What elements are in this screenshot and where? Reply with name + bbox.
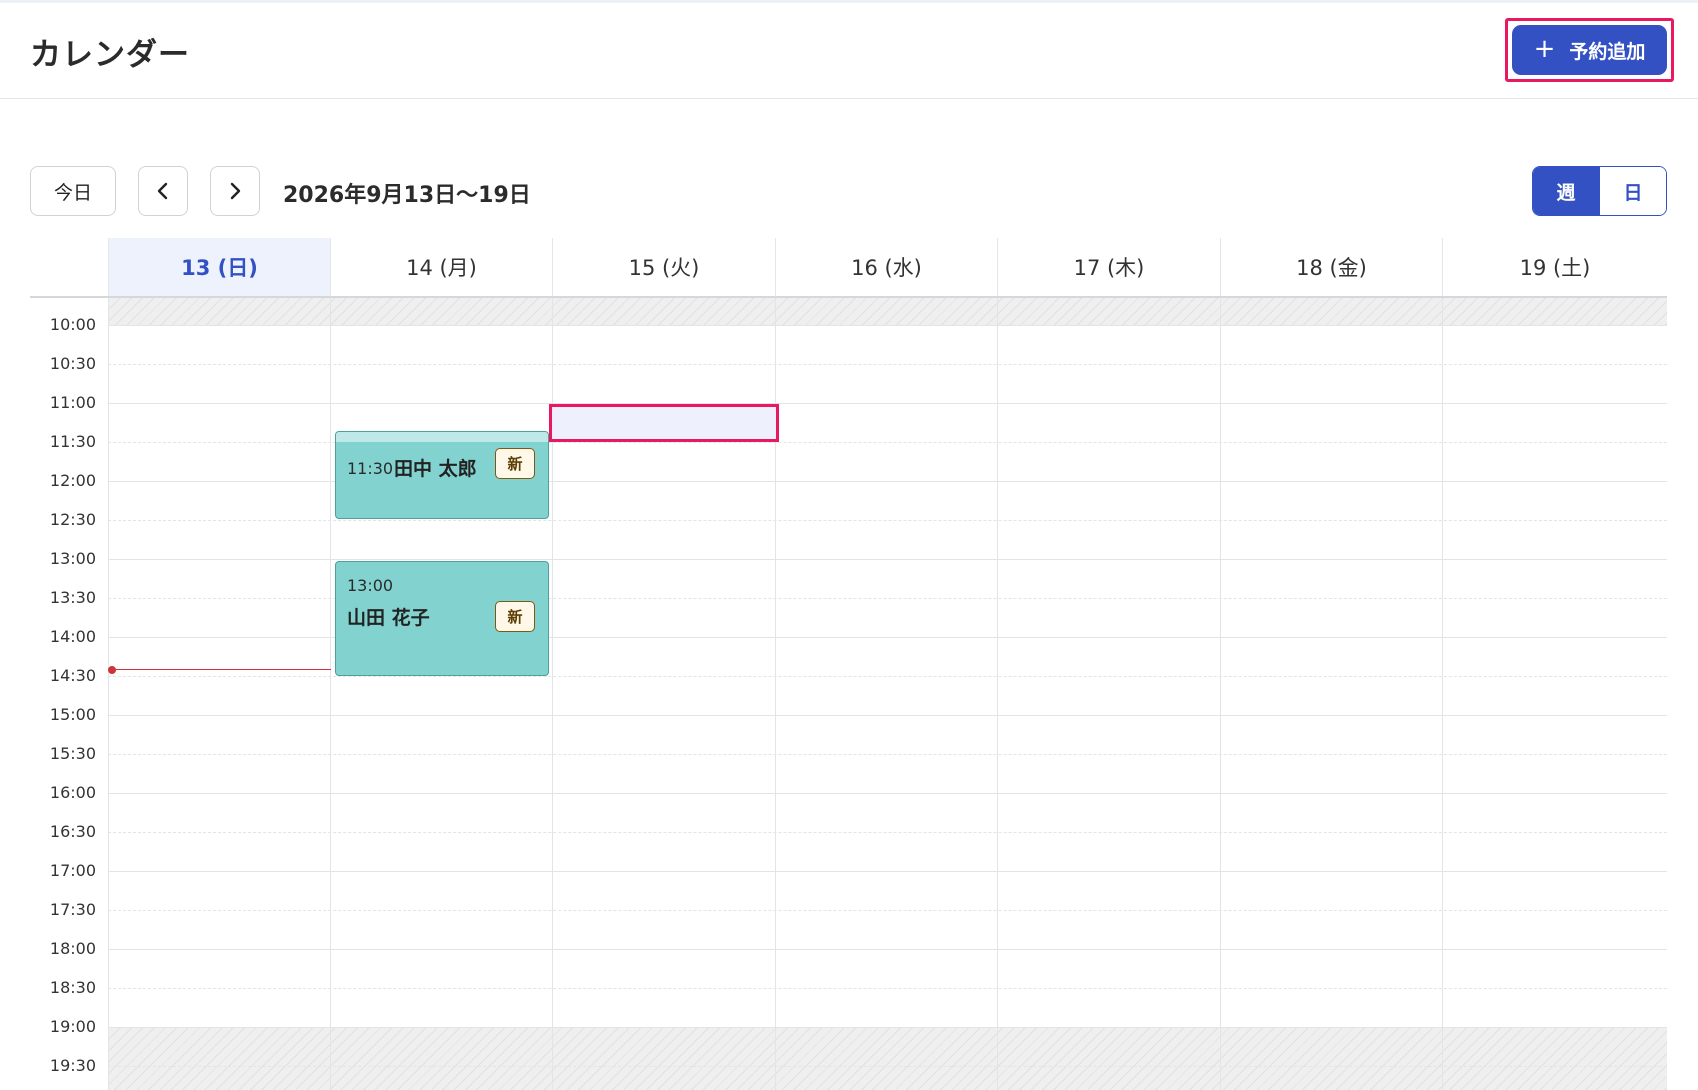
column-divider <box>330 298 331 1090</box>
grid-line <box>108 988 1667 989</box>
page-header: カレンダー + 予約追加 <box>0 3 1698 99</box>
new-customer-badge: 新 <box>495 448 535 479</box>
week-calendar: 13 (日) 14 (月) 15 (火) 16 (水) 17 (木) 18 (金… <box>30 238 1667 1090</box>
time-label: 14:30 <box>49 666 96 685</box>
new-customer-badge: 新 <box>495 601 535 632</box>
time-label: 15:30 <box>49 744 96 763</box>
event-customer-name: 山田 花子 <box>347 607 430 629</box>
grid-line <box>108 793 1667 794</box>
time-label: 13:00 <box>49 549 96 568</box>
date-range-label: 2026年9月13日〜19日 <box>283 183 531 208</box>
add-reservation-button[interactable]: + 予約追加 <box>1512 25 1667 75</box>
week-view-button[interactable]: 週 <box>1533 167 1599 215</box>
day-header[interactable]: 16 (水) <box>775 238 997 296</box>
column-divider <box>1220 298 1221 1090</box>
view-toggle: 週 日 <box>1532 166 1667 216</box>
reservation-event[interactable]: 11:30 田中 太郎 新 <box>335 431 549 519</box>
time-label: 10:30 <box>49 354 96 373</box>
selected-time-slot[interactable] <box>549 404 779 442</box>
grid-line <box>108 871 1667 872</box>
grid-line <box>108 754 1667 755</box>
time-label: 16:00 <box>49 783 96 802</box>
event-customer-name: 田中 太郎 <box>394 458 477 480</box>
day-header[interactable]: 19 (土) <box>1442 238 1667 296</box>
time-label: 18:00 <box>49 939 96 958</box>
reservation-event[interactable]: 13:00 山田 花子 新 <box>335 561 549 676</box>
time-label: 11:00 <box>49 393 96 412</box>
grid-line <box>108 364 1667 365</box>
chevron-left-icon <box>157 182 168 200</box>
day-header[interactable]: 15 (火) <box>552 238 775 296</box>
time-label: 19:30 <box>49 1056 96 1075</box>
time-label: 13:30 <box>49 588 96 607</box>
time-label: 16:30 <box>49 822 96 841</box>
today-button[interactable]: 今日 <box>30 166 116 216</box>
add-reservation-label: 予約追加 <box>1569 40 1646 63</box>
grid-line <box>108 403 1667 404</box>
time-label: 10:00 <box>49 315 96 334</box>
page-title: カレンダー <box>30 37 190 73</box>
grid-line <box>108 715 1667 716</box>
column-divider <box>108 298 109 1090</box>
grid-line <box>108 949 1667 950</box>
grid-line <box>108 520 1667 521</box>
day-header-today[interactable]: 13 (日) <box>108 238 330 296</box>
column-divider <box>997 298 998 1090</box>
current-time-dot <box>108 666 116 674</box>
closed-hours-area <box>108 1028 1667 1090</box>
prev-week-button[interactable] <box>138 166 188 216</box>
grid-line <box>108 676 1667 677</box>
plus-icon: + <box>1533 34 1556 64</box>
grid-line <box>108 559 1667 560</box>
next-week-button[interactable] <box>210 166 260 216</box>
grid-line <box>108 832 1667 833</box>
day-header[interactable]: 17 (木) <box>997 238 1220 296</box>
event-time: 11:30 <box>347 459 394 478</box>
time-label: 14:00 <box>49 627 96 646</box>
time-label: 12:30 <box>49 510 96 529</box>
time-label: 17:30 <box>49 900 96 919</box>
chevron-right-icon <box>230 182 241 200</box>
time-label: 19:00 <box>49 1017 96 1036</box>
day-header[interactable]: 18 (金) <box>1220 238 1442 296</box>
event-top-stripe <box>336 432 548 442</box>
grid-line <box>108 910 1667 911</box>
column-divider <box>1442 298 1443 1090</box>
event-time: 13:00 <box>347 576 394 595</box>
time-label: 12:00 <box>49 471 96 490</box>
time-label: 17:00 <box>49 861 96 880</box>
add-button-highlight: + 予約追加 <box>1505 18 1674 82</box>
time-label: 18:30 <box>49 978 96 997</box>
closed-hours-area <box>108 298 1667 325</box>
time-label: 15:00 <box>49 705 96 724</box>
grid-line <box>108 1027 1667 1028</box>
day-view-button[interactable]: 日 <box>1599 167 1666 215</box>
time-label: 11:30 <box>49 432 96 451</box>
day-header[interactable]: 14 (月) <box>330 238 552 296</box>
grid-line <box>108 325 1667 326</box>
grid-line <box>108 1066 1667 1067</box>
current-time-line <box>111 669 331 670</box>
